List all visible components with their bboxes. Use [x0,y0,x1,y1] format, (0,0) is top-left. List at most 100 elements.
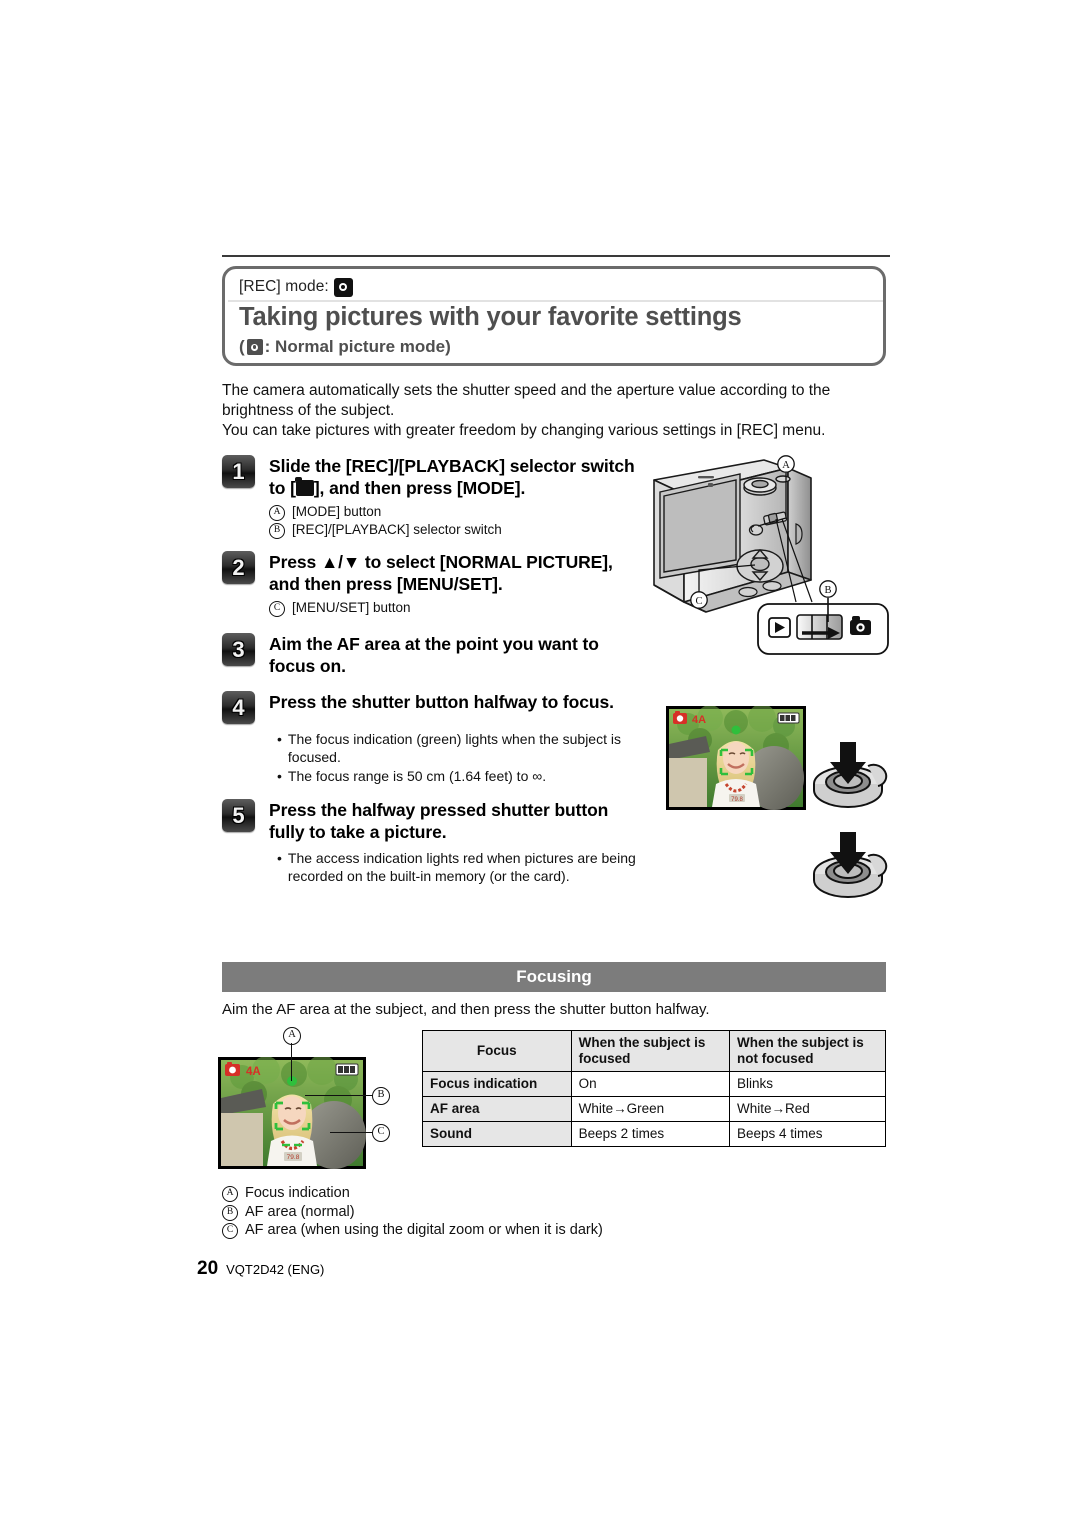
svg-text:C: C [695,596,702,607]
step-note: C [MENU/SET] button [269,599,642,617]
camera-normal-icon [333,277,353,297]
step-5: 5 Press the halfway pressed shutter butt… [222,799,642,885]
intro-line-1: The camera automatically sets the shutte… [222,382,831,419]
step-note: B [REC]/[PLAYBACK] selector switch [269,521,642,539]
legend-text: AF area (when using the digital zoom or … [245,1222,603,1238]
bullet-text: The access indication lights red when pi… [287,850,636,884]
svg-text:79.8: 79.8 [287,1154,300,1161]
bullet-dot-icon: • [277,731,282,747]
camera-normal-icon [294,477,314,496]
callout-c-focusing: C [372,1124,390,1142]
focusing-lead-text: Aim the AF area at the subject, and then… [222,1001,710,1018]
callout-marker-b-icon: B [372,1087,390,1105]
legend-text: AF area (normal) [245,1203,355,1220]
callout-marker-b-icon: B [222,1204,238,1221]
table-cell-not-focused: White→Red [729,1096,886,1122]
step-note-text: [MODE] button [292,504,382,519]
bullet-text: The focus range is 50 cm (1.64 feet) to … [287,768,547,784]
table-row-label: Sound [422,1121,572,1147]
step-note: A [MODE] button [269,503,642,521]
focusing-section-banner: Focusing [222,962,886,992]
callout-marker-c-icon: C [372,1124,390,1142]
step-number-badge: 2 [222,551,255,584]
callout-marker-c-icon: C [269,601,285,617]
step-3: 3 Aim the AF area at the point you want … [222,633,642,677]
step-notes: C [MENU/SET] button [269,599,642,617]
callout-marker-b-icon: B [269,523,285,539]
lcd-preview-step4: 79.8 4A [666,704,806,810]
table-header-cell: Focus [422,1030,572,1072]
bullet-dot-icon: • [277,850,282,866]
table-header-cell: When the subject is not focused [729,1030,886,1072]
shutter-fullpress-icon [806,826,901,898]
step-title: Press the halfway pressed shutter button… [269,800,609,842]
step-number: 3 [232,637,245,662]
table-cell-focused: Beeps 2 times [570,1121,731,1147]
step-number: 4 [232,695,245,720]
table-cell-not-focused: Blinks [729,1071,886,1097]
page-subtitle: ( : Normal picture mode) [239,337,451,357]
focus-behavior-table: Focus When the subject is focused When t… [422,1030,886,1147]
bullet-item: • The focus range is 50 cm (1.64 feet) t… [277,767,642,785]
table-cell-focused: On [570,1071,731,1097]
step-title: Aim the AF area at the point you want to… [269,634,599,676]
table-row-label: AF area [422,1096,572,1122]
step-title-part-2: ], and then press [MODE]. [313,478,526,498]
bullet-text: The focus indication (green) lights when… [287,731,621,765]
legend-text: Focus indication [245,1185,350,1201]
step-4: 4 Press the shutter button halfway to fo… [222,691,642,785]
step-title: Press ▲/▼ to select [NORMAL PICTURE], an… [269,552,613,594]
page-title: Taking pictures with your favorite setti… [239,303,742,331]
step-number-badge: 1 [222,455,255,488]
svg-text:4A: 4A [246,1066,261,1078]
callout-c-leader [330,1132,373,1134]
step-1: 1 Slide the [REC]/[PLAYBACK] selector sw… [222,455,642,539]
step-bullets: • The focus indication (green) lights wh… [277,730,642,785]
step-title: Slide the [REC]/[PLAYBACK] selector swit… [269,455,642,499]
callout-marker-a-icon: A [269,505,285,521]
legend-item: A Focus indication [222,1184,842,1203]
bullet-item: • The access indication lights red when … [277,849,639,885]
step-number-badge: 3 [222,633,255,666]
table-row: AF area White→Green White→Red [422,1096,886,1122]
steps-list: 1 Slide the [REC]/[PLAYBACK] selector sw… [222,455,642,887]
header-rule [222,255,890,257]
table-header-row: Focus When the subject is focused When t… [422,1030,886,1072]
figure-legend: A Focus indication B AF area (normal) C … [222,1184,842,1240]
manual-page: [REC] mode: Taking pictures with your fa… [0,0,1080,1526]
callout-a-leader [291,1043,293,1081]
camera-back-illustration: A C B [636,452,896,667]
step-note-text: [MENU/SET] button [292,600,411,615]
table-cell-not-focused: Beeps 4 times [729,1121,886,1147]
page-footer: 20 VQT2D42 (ENG) [197,1258,324,1280]
table-cell-focused: White→Green [570,1096,731,1122]
callout-b-leader [305,1095,373,1097]
svg-text:B: B [824,585,831,596]
rec-mode-row: [REC] mode: [239,273,353,301]
callout-marker-a-icon: A [222,1186,238,1202]
step-notes: A [MODE] button B [REC]/[PLAYBACK] selec… [269,503,642,539]
svg-text:4A: 4A [692,714,706,726]
subtitle-open-paren: ( [239,337,245,356]
svg-text:A: A [782,460,790,471]
step-note-text: [REC]/[PLAYBACK] selector switch [292,522,502,537]
bullet-item: • The focus indication (green) lights wh… [277,730,642,766]
step-number: 1 [232,459,245,484]
step-2: 2 Press ▲/▼ to select [NORMAL PICTURE], … [222,551,642,617]
bullet-dot-icon: • [277,768,282,784]
camera-normal-icon [246,339,263,355]
page-number: 20 [197,1258,219,1279]
table-row: Focus indication On Blinks [422,1071,886,1097]
svg-text:79.8: 79.8 [731,797,743,803]
step-number: 5 [232,803,245,828]
subtitle-text: : Normal picture mode) [264,337,451,356]
step-title: Press the shutter button halfway to focu… [269,692,614,712]
callout-b-focusing: B [372,1087,390,1105]
step-number-badge: 5 [222,799,255,832]
table-row: Sound Beeps 2 times Beeps 4 times [422,1121,886,1147]
title-box: [REC] mode: Taking pictures with your fa… [222,266,886,366]
legend-item: B AF area (normal) [222,1203,842,1222]
shutter-halfpress-icon [806,736,901,808]
document-code: VQT2D42 (ENG) [226,1262,325,1277]
table-row-label: Focus indication [422,1071,572,1097]
